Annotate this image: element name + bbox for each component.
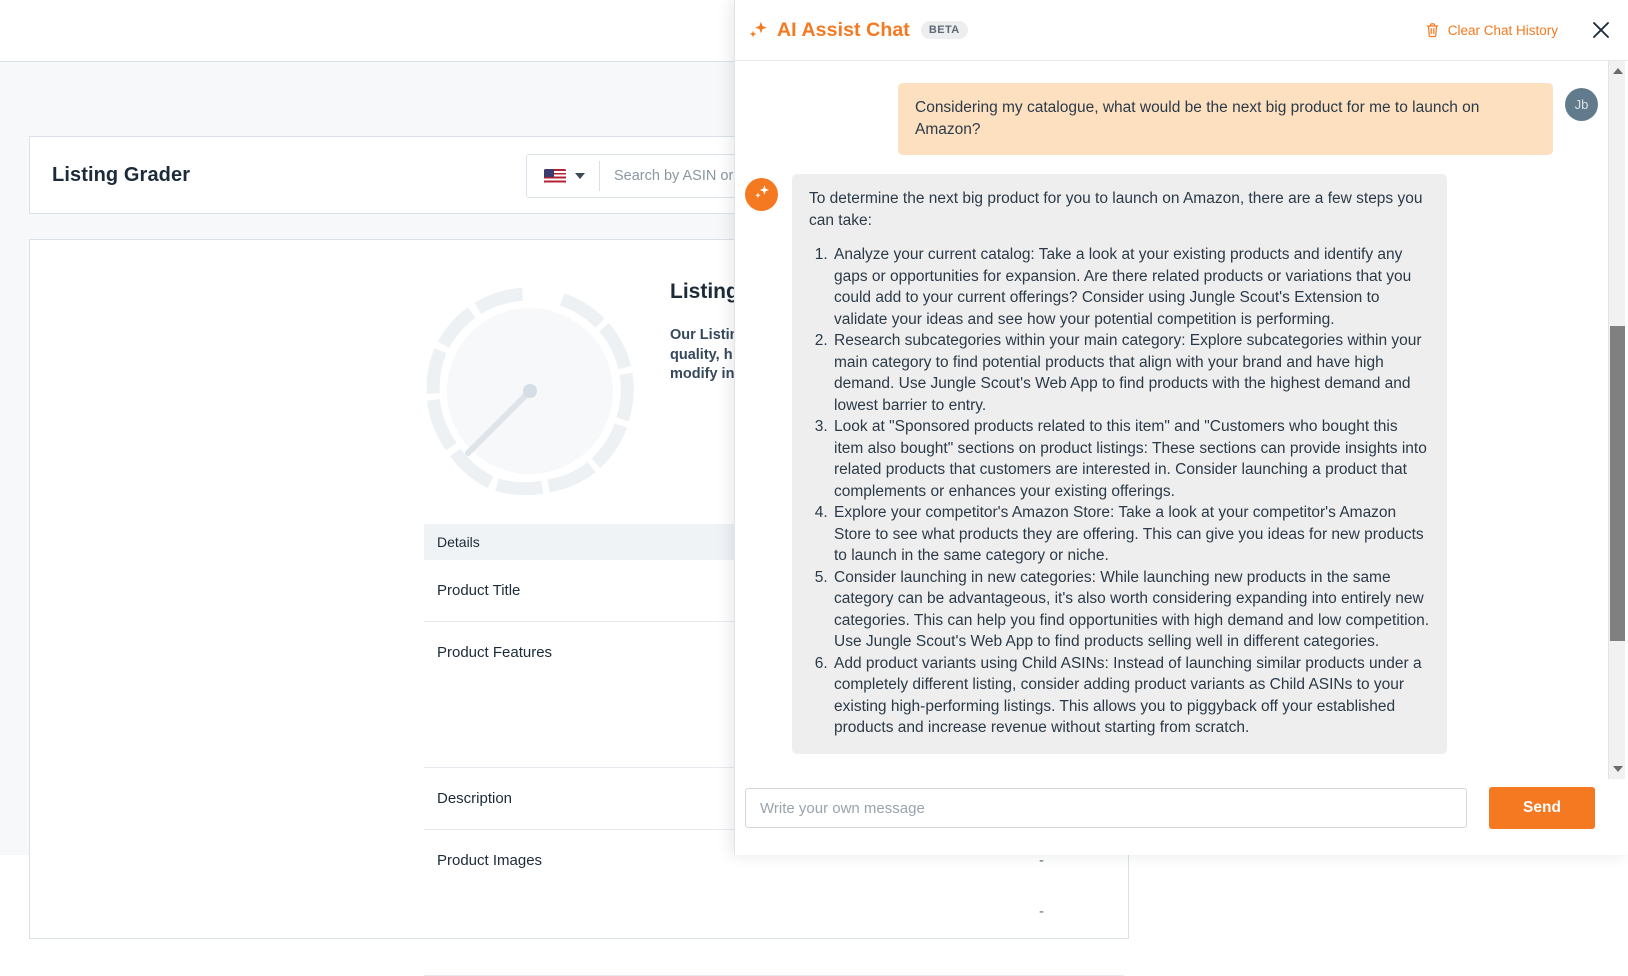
sparkle-icon <box>753 183 771 206</box>
assistant-intro-text: To determine the next big product for yo… <box>809 188 1430 231</box>
message-input[interactable] <box>745 788 1467 828</box>
list-item: Consider launching in new categories: Wh… <box>832 567 1430 653</box>
scrollbar-thumb[interactable] <box>1610 326 1625 641</box>
chat-header: AI Assist Chat BETA Clear Chat History <box>735 0 1628 61</box>
chat-title-group: AI Assist Chat BETA <box>747 19 968 42</box>
chat-message-assistant: To determine the next big product for yo… <box>745 174 1598 754</box>
sparkle-icon <box>747 19 769 41</box>
list-item: Add product variants using Child ASINs: … <box>832 653 1430 739</box>
chevron-down-icon[interactable] <box>575 173 585 179</box>
row-label: Product Features <box>424 622 724 767</box>
ai-assist-chat-drawer: AI Assist Chat BETA Clear Chat History C <box>734 0 1628 855</box>
assistant-message-bubble: To determine the next big product for yo… <box>792 174 1447 754</box>
column-header-details: Details <box>424 534 724 550</box>
user-message-bubble: Considering my catalogue, what would be … <box>898 83 1553 155</box>
row-label: Product Images <box>424 830 724 975</box>
send-button[interactable]: Send <box>1489 787 1595 829</box>
row-label: Product Title <box>424 560 724 621</box>
avatar-initials: Jb <box>1575 97 1589 112</box>
clear-chat-history-button[interactable]: Clear Chat History <box>1425 22 1558 38</box>
clear-chat-history-label: Clear Chat History <box>1448 23 1558 38</box>
chat-title: AI Assist Chat <box>777 19 910 42</box>
list-item: Look at "Sponsored products related to t… <box>832 416 1430 502</box>
assistant-steps-list: Analyze your current catalog: Take a loo… <box>809 244 1430 739</box>
assistant-avatar <box>745 178 778 211</box>
listing-score-gauge-skeleton <box>422 283 638 499</box>
row-current-value-extra: - <box>1039 903 1044 920</box>
row-label: Description <box>424 768 724 829</box>
list-item: Explore your competitor's Amazon Store: … <box>832 502 1430 567</box>
list-item: Analyze your current catalog: Take a loo… <box>832 244 1430 330</box>
scroll-down-arrow-icon[interactable] <box>1613 766 1623 772</box>
us-flag-icon <box>544 169 566 184</box>
chat-message-user: Considering my catalogue, what would be … <box>745 83 1598 155</box>
beta-badge: BETA <box>921 21 968 39</box>
trash-icon <box>1425 22 1440 38</box>
chat-scrollbar[interactable] <box>1608 61 1625 779</box>
page-title: Listing Grader <box>52 164 190 187</box>
scroll-up-arrow-icon[interactable] <box>1613 68 1623 74</box>
divider <box>599 161 600 191</box>
chat-message-list[interactable]: Considering my catalogue, what would be … <box>735 61 1628 779</box>
avatar: Jb <box>1565 88 1598 121</box>
list-item: Research subcategories within your main … <box>832 330 1430 416</box>
close-icon[interactable] <box>1588 17 1614 43</box>
chat-composer: Send <box>735 779 1628 855</box>
chat-header-actions: Clear Chat History <box>1425 17 1628 43</box>
